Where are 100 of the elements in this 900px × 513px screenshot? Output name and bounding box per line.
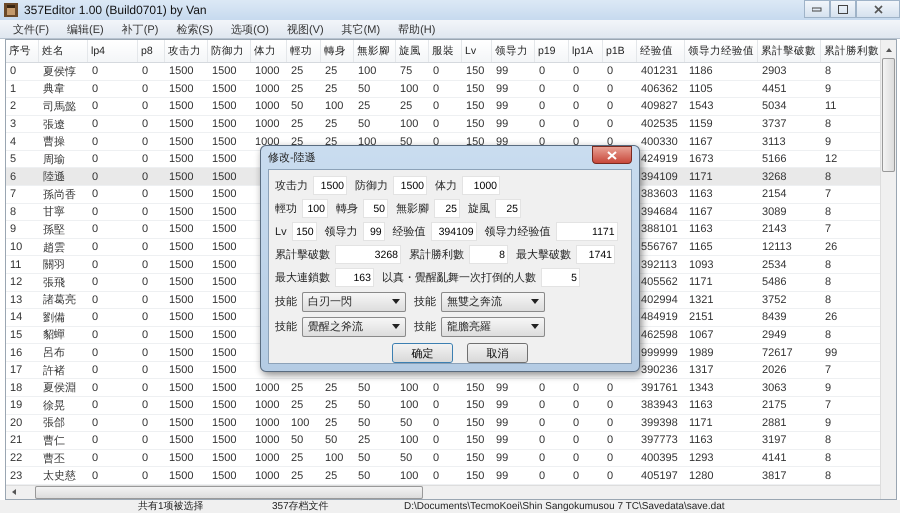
table-cell-text: 0: [572, 434, 580, 446]
table-cell-text: 0: [432, 470, 440, 482]
table-cell-text: 72617: [761, 346, 794, 359]
table-cell-text: 100: [399, 470, 420, 482]
table-cell-text: 4: [9, 136, 18, 148]
table-cell-text: 25: [399, 100, 414, 112]
table-cell-text: 25: [290, 136, 304, 148]
table-cell-text: 4451: [761, 82, 788, 95]
table-cell-text: 99: [495, 82, 510, 95]
table-cell-text: 7: [824, 399, 832, 412]
table-cell-text: 50: [399, 416, 414, 429]
table-cell-text: 1500: [211, 294, 238, 306]
table-cell-text: 0: [91, 206, 100, 218]
table-cell-text: 8: [824, 434, 832, 446]
table-cell-text: 0: [606, 118, 614, 130]
table-cell-text: 1000: [254, 434, 280, 446]
table-cell-text: 0: [91, 311, 100, 324]
table-cell-text: 典韋: [42, 82, 66, 96]
field-label: Lv: [275, 226, 287, 238]
table-cell-text: 25: [324, 416, 338, 429]
table-cell-text: 1000: [254, 100, 280, 112]
table-cell-text: 1500: [168, 276, 194, 288]
table-cell-text: 99: [495, 136, 510, 148]
table-cell-text: 391761: [640, 382, 679, 394]
table-cell-text: 夏侯淵: [42, 381, 77, 396]
table-cell-text: 0: [91, 434, 100, 446]
status-text: 357存档文件: [272, 500, 330, 513]
table-cell-text: 1293: [688, 452, 714, 464]
table-cell-text: 8439: [761, 311, 788, 324]
table-cell-text: 0: [91, 382, 100, 394]
table-cell-text: 1500: [211, 258, 238, 271]
table-cell-text: 0: [91, 452, 100, 464]
table-cell-text: 8: [824, 328, 832, 341]
table-cell-text: 22: [9, 452, 24, 464]
table-cell-text: 1500: [168, 82, 194, 95]
table-cell-text: 99: [495, 118, 510, 130]
table-cell-text: 50: [290, 434, 304, 446]
table-cell-text: 0: [432, 399, 440, 412]
table-cell-text: 1000: [254, 65, 280, 78]
table-cell-text: 1171: [688, 170, 714, 183]
table-cell-text: 7: [824, 188, 832, 200]
table-cell-text: 100: [399, 382, 420, 394]
table-cell-text: 0: [141, 276, 150, 288]
table-cell-text: 1500: [211, 328, 238, 341]
table-cell-text: 26: [824, 241, 838, 254]
table-cell-text: 462598: [640, 328, 679, 341]
table-cell-text: 99: [495, 470, 510, 482]
table-cell-text: 50: [357, 118, 372, 130]
table-cell-text: 25: [357, 434, 372, 446]
table-cell-text: 1500: [211, 223, 238, 236]
table-cell-text: 0: [91, 328, 100, 341]
table-cell-text: 夏侯惇: [42, 64, 77, 79]
table-cell-text: 0: [606, 100, 614, 112]
table-cell-text: 424919: [640, 153, 679, 166]
table-cell-text: 0: [572, 118, 580, 130]
table-cell-text: 25: [357, 100, 372, 112]
table-cell-text: 100: [357, 65, 378, 78]
table-cell-text: 405562: [640, 276, 679, 288]
table-cell-text: 0: [432, 136, 440, 148]
table-cell-text: 0: [141, 311, 150, 324]
table-cell-text: 100: [357, 136, 378, 148]
table-cell-text: 2154: [761, 188, 788, 200]
table-cell-text: 99: [495, 452, 510, 464]
table-cell-text: 0: [91, 346, 100, 359]
table-cell-text: 50: [357, 416, 372, 429]
table-cell-text: 2881: [761, 416, 788, 429]
table-cell-text: 25: [324, 382, 338, 394]
table-cell-text: 484919: [640, 311, 679, 324]
table-cell-text: 8: [824, 170, 832, 183]
table-cell-text: 1167: [688, 206, 714, 218]
table-cell-text: 0: [432, 434, 440, 446]
table-cell-text: 21: [9, 434, 24, 446]
table-cell-text: 0: [572, 399, 580, 412]
field-label: 旋風: [468, 202, 490, 216]
table-cell-text: 405197: [640, 470, 679, 482]
table-cell-text: 孫堅: [42, 222, 66, 237]
table-cell-text: 0: [91, 294, 100, 306]
table-cell-text: 1500: [211, 364, 238, 376]
table-cell-text: 0: [572, 470, 580, 482]
table-cell-text: 0: [606, 434, 614, 446]
table-cell-text: 0: [606, 82, 614, 95]
table-cell-text: 0: [538, 100, 546, 112]
table-cell-text: 6: [9, 170, 18, 183]
table-cell-text: 100: [290, 416, 310, 429]
table-cell-text: 0: [432, 65, 440, 78]
table-cell-text: 1067: [688, 328, 714, 341]
table-cell-text: 1500: [168, 188, 194, 200]
table-cell-text: 7: [824, 223, 832, 236]
table-cell-text: 1500: [168, 470, 194, 482]
table-cell-text: 99: [495, 100, 510, 112]
table-cell-text: 25: [324, 65, 338, 78]
table-cell-text: 25: [290, 470, 304, 482]
table-cell-text: 0: [141, 118, 150, 130]
table-cell-text: 0: [572, 65, 580, 78]
table-cell-text: 390236: [640, 364, 679, 376]
table-cell-text: 1500: [168, 364, 194, 376]
table-cell-text: 0: [91, 364, 100, 376]
table-cell-text: 0: [432, 118, 440, 130]
table-cell-text: 394109: [640, 170, 679, 183]
table-cell-text: 399398: [640, 416, 679, 429]
